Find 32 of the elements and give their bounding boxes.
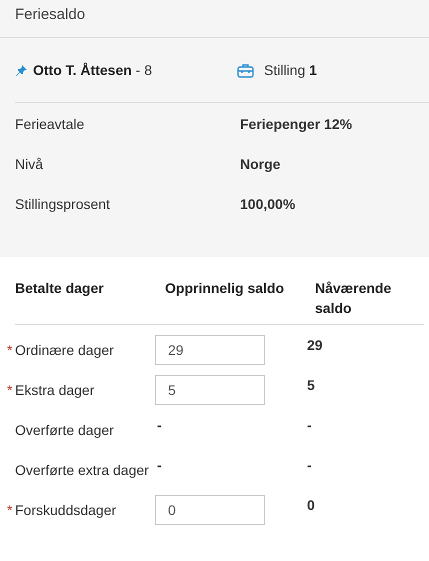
briefcase-icon [237,62,254,78]
detail-value: Feriepenger 12% [240,116,354,134]
input-field[interactable]: 5 [155,375,265,405]
detail-value: Norge [240,156,282,174]
detail-label: Nivå [15,156,44,174]
row-label: Ordinære dager [15,341,114,360]
input-field[interactable]: 0 [155,495,265,525]
required-mark: * [7,341,14,360]
required-mark: * [7,381,14,400]
original-balance: - [157,417,162,433]
employee-name: Otto T. Åttesen - 8 [33,62,152,78]
row-label: Overførte dager [15,421,114,440]
detail-label: Ferieavtale [15,116,86,134]
page-title: Feriesaldo [15,6,86,23]
pin-icon [15,64,28,76]
detail-label: Stillingsprosent [15,196,111,214]
column-header: Nåværende saldo [315,279,392,318]
current-balance: - [307,456,313,475]
row-label: Ekstra dager [15,381,94,400]
position-label: Stilling 1 [264,62,317,78]
current-balance: 0 [307,496,316,515]
input-field[interactable]: 29 [155,335,265,365]
column-header: Opprinnelig saldo [165,279,286,298]
column-header: Betalte dager [15,279,105,298]
detail-value: 100,00% [240,196,296,214]
required-mark: * [7,501,14,520]
row-label: Forskuddsdager [15,501,116,520]
current-balance: 5 [307,376,316,395]
original-balance: - [157,457,162,473]
current-balance: 29 [307,336,324,355]
current-balance: - [307,416,313,435]
row-label: Overførte extra dager [15,461,149,480]
